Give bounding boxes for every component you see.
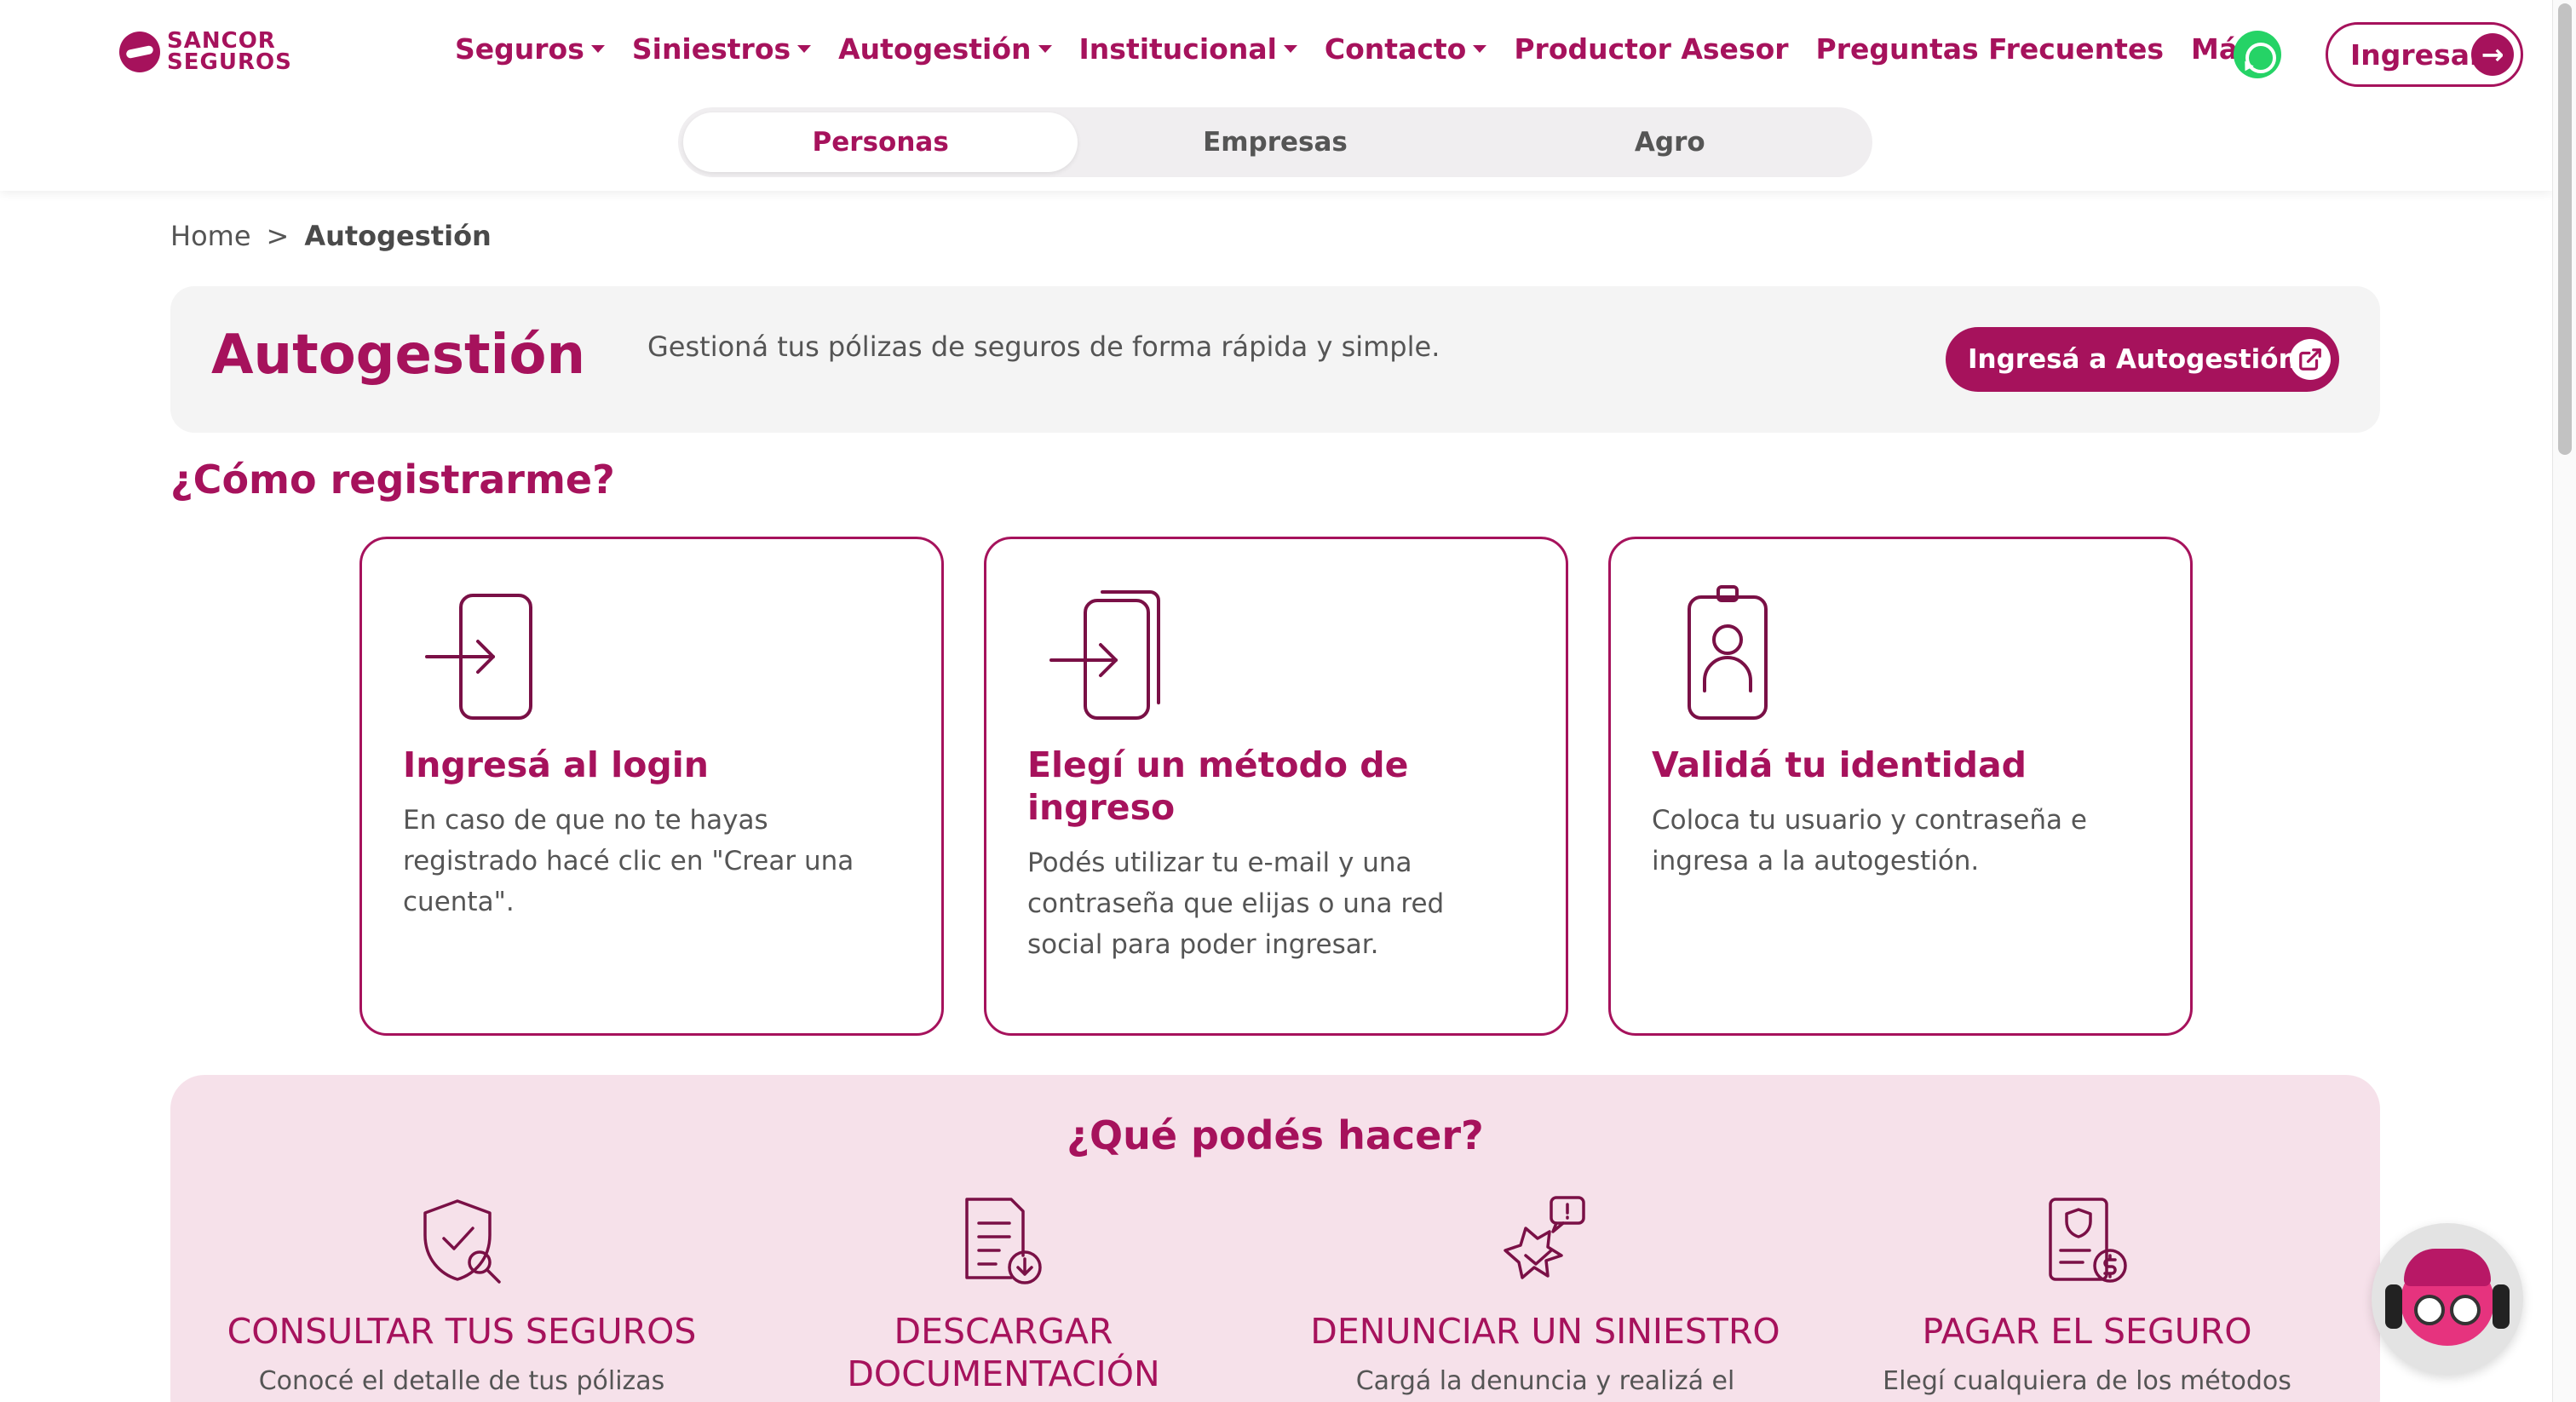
breadcrumb-separator: >: [266, 220, 290, 252]
login-door-icon: [425, 594, 532, 720]
chevron-down-icon: [590, 45, 605, 53]
site-header: SANCOR SEGUROS Seguros Siniestros Autoge…: [0, 0, 2552, 191]
step-description: Podés utilizar tu e-mail y una contraseñ…: [1027, 848, 1445, 960]
document-download-icon: [965, 1198, 1042, 1284]
invoice-dollar-icon: [2049, 1198, 2127, 1283]
register-step-card: Ingresá al login En caso de que no te ha…: [359, 537, 944, 1036]
step-title: Ingresá al login: [403, 744, 709, 785]
chatbot-hair: [2404, 1249, 2491, 1286]
whatsapp-icon[interactable]: [2234, 31, 2281, 78]
feature-item[interactable]: CONSULTAR TUS SEGUROS Conocé el detalle …: [206, 1194, 717, 1400]
banner-description: Gestioná tus pólizas de seguros de forma…: [647, 330, 1440, 363]
shield-search-icon: [423, 1199, 501, 1284]
breadcrumb-current: Autogestión: [304, 220, 492, 252]
external-link-icon: [2290, 339, 2331, 380]
nav-item-siniestros[interactable]: Siniestros: [632, 32, 812, 66]
sancor-logo-icon: [119, 32, 160, 72]
page-scrollbar[interactable]: [2552, 0, 2576, 1402]
step-title: Elegí un método de ingreso: [1027, 744, 1409, 828]
tab-empresas[interactable]: Empresas: [1078, 112, 1472, 172]
arrow-right-icon: →: [2471, 33, 2514, 76]
breadcrumb: Home > Autogestión: [170, 220, 492, 252]
feature-item[interactable]: DESCARGAR DOCUMENTACIÓN: [748, 1194, 1259, 1402]
login-method-icon: [1049, 590, 1160, 720]
car-crash-icon: [1504, 1196, 1585, 1279]
id-badge-icon: [1688, 585, 1768, 720]
features-title: ¿Qué podés hacer?: [1067, 1112, 1484, 1158]
chevron-down-icon: [1038, 45, 1052, 53]
chevron-down-icon: [797, 45, 812, 53]
nav-item-seguros[interactable]: Seguros: [455, 32, 605, 66]
chevron-down-icon: [1283, 45, 1297, 53]
tab-personas[interactable]: Personas: [683, 112, 1078, 172]
chatbot-eye: [2450, 1295, 2481, 1325]
login-button[interactable]: Ingresar →: [2326, 22, 2523, 87]
feature-title: CONSULTAR TUS SEGUROS: [227, 1311, 697, 1352]
step-description: Coloca tu usuario y contraseña e ingresa…: [1652, 805, 2087, 876]
nav-item-preguntas-frecuentes[interactable]: Preguntas Frecuentes: [1816, 32, 2164, 66]
nav-item-institucional[interactable]: Institucional: [1079, 32, 1297, 66]
features-panel: ¿Qué podés hacer? CONSULTAR TUS SEGUROS …: [170, 1075, 2380, 1402]
autogestion-banner: Autogestión Gestioná tus pólizas de segu…: [170, 286, 2380, 433]
tab-agro[interactable]: Agro: [1473, 112, 1867, 172]
feature-title: DESCARGAR DOCUMENTACIÓN: [847, 1311, 1160, 1394]
chatbot-eye: [2414, 1295, 2445, 1325]
register-step-card: Elegí un método de ingreso Podés utiliza…: [984, 537, 1568, 1036]
chatbot-headset: [2385, 1284, 2402, 1329]
step-description: En caso de que no te hayas registrado ha…: [403, 805, 854, 917]
feature-description: Cargá la denuncia y realizá el: [1355, 1366, 1735, 1396]
logo-text: SANCOR SEGUROS: [167, 28, 292, 75]
feature-description: Conocé el detalle de tus pólizas: [258, 1366, 665, 1396]
nav-item-autogestion[interactable]: Autogestión: [838, 32, 1052, 66]
nav-item-productor-asesor[interactable]: Productor Asesor: [1514, 32, 1788, 66]
chatbot-avatar-icon[interactable]: [2372, 1223, 2523, 1375]
ingresa-autogestion-button[interactable]: Ingresá a Autogestión: [1946, 327, 2339, 392]
feature-title: DENUNCIAR UN SINIESTRO: [1310, 1311, 1780, 1352]
sancor-logo[interactable]: SANCOR SEGUROS: [119, 28, 292, 75]
feature-item[interactable]: PAGAR EL SEGURO Elegí cualquiera de los …: [1831, 1194, 2343, 1400]
chatbot-headset: [2493, 1284, 2510, 1329]
scrollbar-thumb[interactable]: [2558, 3, 2572, 455]
segment-switcher: Personas Empresas Agro: [678, 107, 1872, 177]
feature-title: PAGAR EL SEGURO: [1922, 1311, 2252, 1352]
feature-item[interactable]: DENUNCIAR UN SINIESTRO Cargá la denuncia…: [1290, 1194, 1801, 1400]
nav-item-contacto[interactable]: Contacto: [1325, 32, 1487, 66]
register-step-card: Validá tu identidad Coloca tu usuario y …: [1608, 537, 2193, 1036]
register-section-title: ¿Cómo registrarme?: [170, 457, 615, 503]
step-title: Validá tu identidad: [1652, 744, 2027, 785]
breadcrumb-home[interactable]: Home: [170, 220, 251, 252]
chevron-down-icon: [1473, 45, 1487, 53]
page-title: Autogestión: [211, 324, 586, 387]
main-nav: Seguros Siniestros Autogestión Instituci…: [455, 32, 2275, 66]
feature-description: Elegí cualquiera de los métodos: [1883, 1366, 2291, 1396]
